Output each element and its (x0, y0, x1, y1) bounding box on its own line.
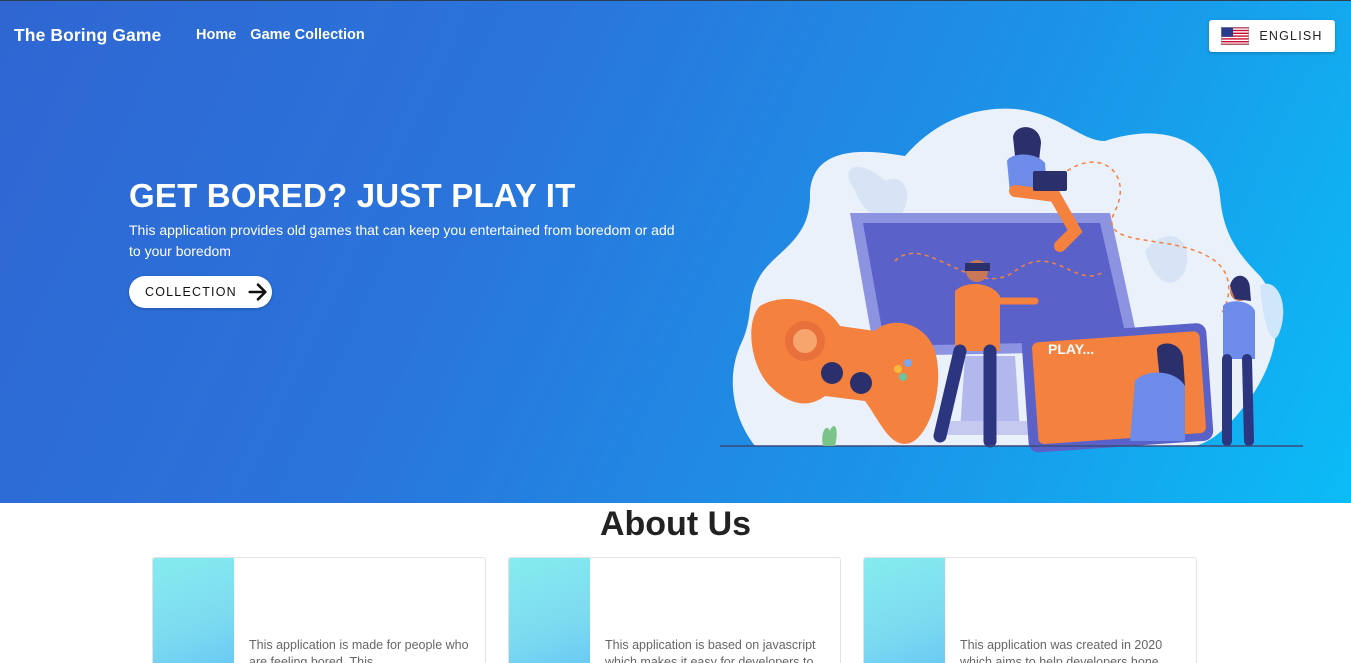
language-label: ENGLISH (1259, 29, 1323, 43)
about-card: This application is made for people who … (152, 557, 486, 663)
about-title: About Us (599, 505, 752, 543)
language-button[interactable]: ENGLISH (1209, 20, 1335, 52)
nav-game-collection[interactable]: Game Collection (250, 27, 364, 43)
hero-description: This application provides old games that… (129, 222, 675, 259)
card-text: This application is made for people who … (249, 638, 469, 663)
play-text: PLAY... (1048, 341, 1094, 357)
card-thumbnail (509, 558, 590, 663)
collection-button[interactable]: COLLECTION (129, 276, 272, 308)
about-card: This application was created in 2020 whi… (863, 557, 1197, 663)
hero-title: GET BORED? JUST PLAY IT (129, 177, 576, 214)
brand-logo[interactable]: The Boring Game (14, 25, 161, 46)
about-card: This application is based on javascript … (508, 557, 841, 663)
nav-home[interactable]: Home (196, 27, 236, 43)
arrow-right-icon (248, 283, 267, 301)
gaming-illustration: PLAY... (720, 108, 1303, 453)
hero-section: The Boring Game Home Game Collection ENG… (0, 0, 1351, 503)
card-thumbnail (864, 558, 945, 663)
us-flag-icon (1221, 27, 1250, 45)
card-thumbnail (153, 558, 234, 663)
card-text: This application is based on javascript … (605, 638, 816, 663)
main-nav: Home Game Collection (196, 27, 365, 43)
card-text: This application was created in 2020 whi… (960, 638, 1163, 663)
collection-button-label: COLLECTION (145, 285, 237, 299)
